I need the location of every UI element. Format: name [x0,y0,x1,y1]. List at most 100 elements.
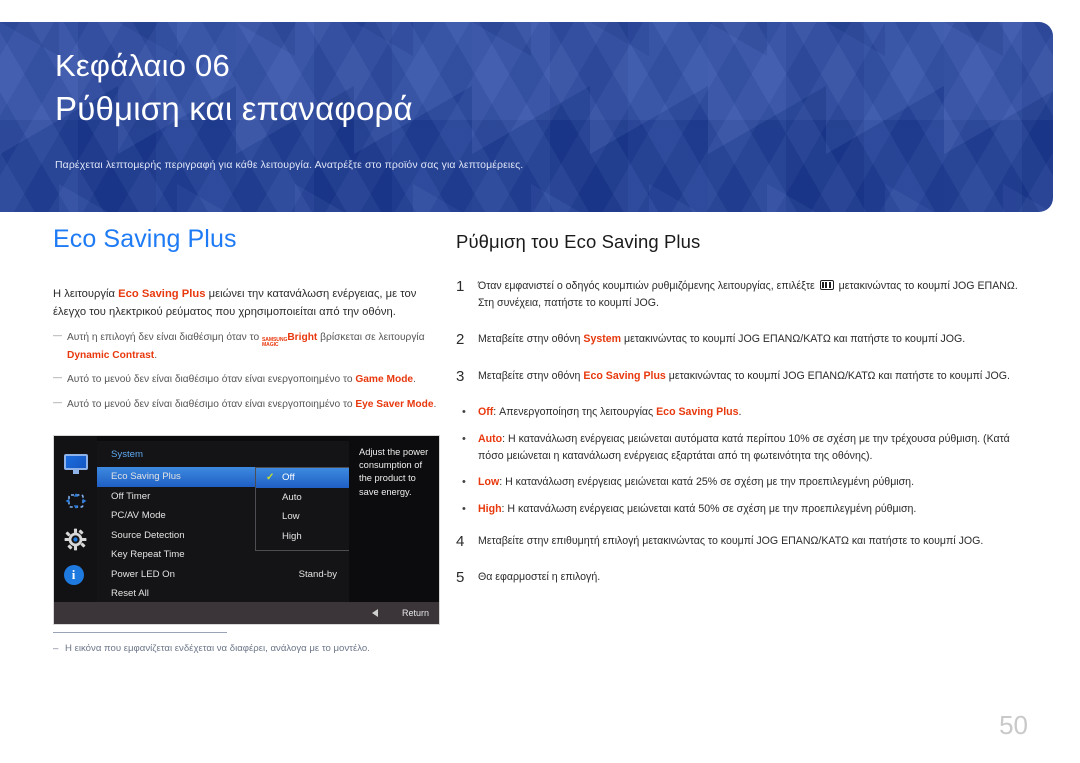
step2-highlight: System [583,333,622,346]
procedure-heading: Ρύθμιση του Eco Saving Plus [456,231,701,252]
note0-text-a: Αυτή η επιλογή δεν είναι διαθέσιμη όταν … [67,332,262,344]
osd-menu-value: Stand-by [298,568,337,580]
osd-menu-panel: System Eco Saving Plus Off Timer PC/AV M… [97,441,383,604]
note-dynamic-contrast: Αυτή η επιλογή δεν είναι διαθέσιμη όταν … [53,329,440,363]
bullet-text: Auto: Η κατανάλωση ενέργειας μειώνεται α… [478,431,1026,465]
osd-menu-item-power-led-on[interactable]: Power LED On Stand-by [97,565,349,585]
bullet-marker: • [462,432,466,445]
step2-text-post: μετακινώντας το κουμπί JOG ΕΠΑΝΩ/ΚΑΤΩ κα… [621,333,966,346]
osd-submenu-label: High [282,530,302,542]
gear-icon-svg [64,528,86,551]
document-page: Κεφάλαιο 06 Ρύθμιση και επαναφορά Παρέχε… [0,0,1080,763]
osd-submenu-label: Auto [282,491,302,503]
step1-text-pre: Όταν εμφανιστεί ο οδηγός κουμπιών ρυθμιζ… [478,280,818,292]
note1-text-c: . [413,374,416,386]
step-4: 4 Μεταβείτε στην επιθυμητή επιλογή μετακ… [456,533,1026,550]
intro-highlight: Eco Saving Plus [118,288,206,300]
chapter-label: Κεφάλαιο 06 [55,48,230,83]
note1-highlight: Game Mode [355,374,414,386]
note1-text-a: Αυτό το μενού δεν είναι διαθέσιμο όταν ε… [67,374,356,386]
step3-text-post: μετακινώντας το κουμπί JOG ΕΠΑΝΩ/ΚΑΤΩ κα… [665,369,1010,382]
jog-menu-icon [819,280,834,290]
step-number: 4 [456,532,465,550]
navigation-icon-svg [65,493,86,509]
bullet-high: • High: Η κατανάλωση ενέργειας μειώνεται… [456,501,1026,519]
osd-menu-label: Power LED On [111,568,175,580]
osd-menu-label: Off Timer [111,490,151,502]
bullet-off: • Off: Απενεργοποίηση της λειτουργίας Ec… [456,404,1026,422]
step3-text-pre: Μεταβείτε στην οθόνη [478,369,584,382]
osd-menu-label: Eco Saving Plus [111,471,181,483]
banner-text-block: Κεφάλαιο 06 Ρύθμιση και επαναφορά Παρέχε… [55,48,1013,171]
step-1: 1 Όταν εμφανιστεί ο οδηγός κουμπιών ρυθμ… [456,278,1026,312]
osd-menu-item-reset-all[interactable]: Reset All [97,584,349,604]
step-text: Μεταβείτε στην επιθυμητή επιλογή μετακιν… [478,534,984,547]
bullet-auto: • Auto: Η κατανάλωση ενέργειας μειώνεται… [456,431,1026,465]
osd-menu-label: Key Repeat Time [111,549,185,561]
intro-paragraph: Η λειτουργία Eco Saving Plus μειώνει την… [53,285,440,321]
osd-screenshot: i System Eco Saving Plus Off Timer PC/AV [53,435,440,625]
check-icon: ✓ [266,472,275,483]
note0-magic-word: Bright [287,332,318,344]
bullet1-term: Auto [478,432,503,445]
bullet0-mid: : Απενεργοποίηση της λειτουργίας [493,405,657,418]
bullet-low: • Low: Η κατανάλωση ενέργειας μειώνεται … [456,474,1026,492]
step-3: 3 Μεταβείτε στην οθόνη Eco Saving Plus μ… [456,368,1026,385]
chapter-title: Ρύθμιση και επαναφορά [55,89,413,127]
step-text: Μεταβείτε στην οθόνη System μετακινώντας… [478,331,1026,348]
step-text: Μεταβείτε στην οθόνη Eco Saving Plus μετ… [478,368,1026,385]
step-number: 2 [456,331,465,349]
note2-text-c: . [433,399,437,411]
note2-highlight: Eye Saver Mode [355,399,434,411]
step-number: 1 [456,278,465,295]
samsung-magic-logo: SAMSUNG MAGIC [262,338,287,347]
osd-icon-sidebar: i [54,436,97,604]
step3-highlight: Eco Saving Plus [583,369,666,382]
bullet-text: High: Η κατανάλωση ενέργειας μειώνεται κ… [478,501,1026,519]
intro-text-a: Η λειτουργία [53,288,119,300]
step-text: Όταν εμφανιστεί ο οδηγός κουμπιών ρυθμιζ… [478,278,1026,312]
section-title: Eco Saving Plus [53,225,237,253]
bullet0-post: . [738,405,742,418]
info-icon: i [63,565,88,587]
bullet-marker: • [462,405,466,418]
step-number: 3 [456,367,465,385]
bullet0-term: Off [478,405,494,418]
osd-menu-label: Reset All [111,588,149,600]
note0-text-c: . [154,349,158,361]
note-game-mode: Αυτό το μενού δεν είναι διαθέσιμο όταν ε… [53,371,440,388]
page-number: 50 [999,710,1028,740]
step-5: 5 Θα εφαρμοστεί η επιλογή. [456,569,1026,586]
osd-menu-label: Source Detection [111,529,185,541]
left-column: Eco Saving Plus Η λειτουργία Eco Saving … [53,225,440,657]
osd-return-label[interactable]: Return [402,608,429,618]
note-eye-saver-mode: Αυτό το μενού δεν είναι διαθέσιμο όταν ε… [53,396,440,413]
right-column: Ρύθμιση του Eco Saving Plus 1 Όταν εμφαν… [456,225,1026,605]
bullet2-term: Low [478,475,500,488]
step-2: 2 Μεταβείτε στην οθόνη System μετακινώντ… [456,331,1026,348]
magic-bottom: MAGIC [261,341,279,348]
monitor-icon [63,454,88,476]
banner-subtitle: Παρέχεται λεπτομερής περιγραφή για κάθε … [55,159,524,172]
bullet-marker: • [462,475,466,488]
footnote-text: Η εικόνα που εμφανίζεται ενδέχεται να δι… [53,642,440,657]
step-text: Θα εφαρμοστεί η επιλογή. [478,570,601,583]
osd-panel-title: System [111,449,143,460]
osd-submenu-label: Off [282,472,295,484]
osd-help-text: Adjust the power consumption of the prod… [349,436,439,604]
bullet1-mid: : Η κατανάλωση ενέργειας μειώνεται αυτόμ… [478,432,1010,462]
bullet2-mid: : Η κατανάλωση ενέργειας μειώνεται κατά … [499,475,915,488]
step-number: 5 [456,568,465,586]
gear-icon [64,528,88,551]
bullet-marker: • [462,502,466,515]
bullet0-highlight: Eco Saving Plus [656,405,739,418]
footnote-divider [53,632,227,633]
navigation-icon [64,491,88,513]
bullet3-mid: : Η κατανάλωση ενέργειας μειώνεται κατά … [501,502,917,515]
footnote-block: Η εικόνα που εμφανίζεται ενδέχεται να δι… [53,632,440,657]
bullet-text: Off: Απενεργοποίηση της λειτουργίας Eco … [478,404,1026,422]
note0-highlight: Dynamic Contrast [67,349,155,361]
osd-submenu-label: Low [282,511,300,523]
bullet3-term: High [478,502,502,515]
note0-text-b: βρίσκεται σε λειτουργία [317,332,425,344]
